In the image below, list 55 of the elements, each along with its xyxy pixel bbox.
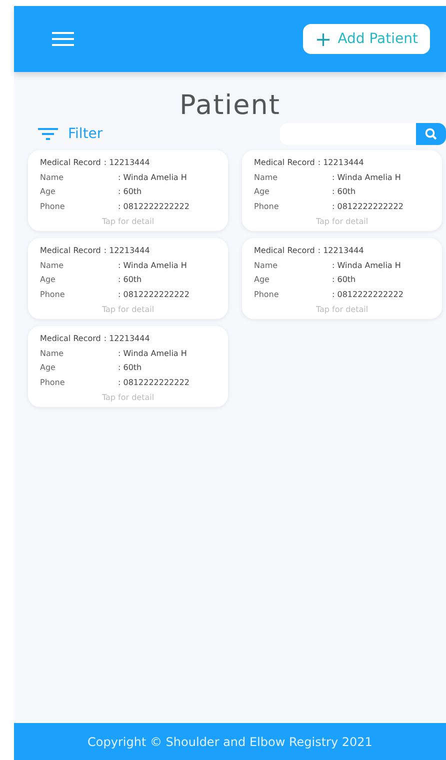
field-label: Medical Record: [40, 245, 101, 257]
copyright-text: Copyright © Shoulder and Elbow Registry 2021: [88, 734, 372, 748]
field-value: : 60th: [118, 186, 142, 198]
tap-hint: Tap for detail: [102, 393, 154, 402]
field-label: Medical Record: [40, 157, 101, 169]
tap-hint: Tap for detail: [102, 217, 154, 226]
tap-hint: Tap for detail: [316, 305, 368, 314]
field-value: : 12213444: [318, 157, 364, 169]
field-label: Medical Record: [40, 333, 101, 345]
field-label: Phone: [254, 200, 280, 212]
field-value: : Winda Amelia H: [118, 260, 187, 272]
field-label: Phone: [40, 288, 66, 300]
tap-hint: Tap for detail: [316, 217, 368, 226]
field-value: : Winda Amelia H: [118, 172, 187, 184]
patient-card[interactable]: Medical Record : 12213444 Name : Winda Amelia H Age : 60th Phone : 0812222222222 Tap for detail: [28, 150, 228, 231]
field-label: Age: [40, 274, 56, 286]
field-value: : 12213444: [104, 157, 150, 169]
field-value: : 12213444: [104, 333, 150, 345]
field-value: : 12213444: [104, 245, 150, 257]
patient-card[interactable]: Medical Record : 12213444 Name : Winda Amelia H Age : 60th Phone : 0812222222222 Tap for detail: [28, 326, 228, 407]
field-value: : Winda Amelia H: [118, 348, 187, 360]
field-label: Age: [254, 186, 270, 198]
field-value: : 0812222222222: [118, 376, 190, 388]
field-value: : 60th: [118, 274, 142, 286]
tap-hint: Tap for detail: [102, 305, 154, 314]
field-label: Phone: [254, 288, 280, 300]
patient-card[interactable]: Medical Record : 12213444 Name : Winda Amelia H Age : 60th Phone : 0812222222222 Tap for detail: [242, 150, 442, 231]
menu-icon[interactable]: [52, 32, 74, 46]
search-icon[interactable]: [416, 123, 446, 145]
field-label: Name: [40, 172, 65, 184]
field-value: : Winda Amelia H: [332, 260, 401, 272]
field-label: Age: [40, 186, 56, 198]
field-value: : 0812222222222: [118, 200, 190, 212]
field-label: Name: [254, 172, 279, 184]
field-label: Medical Record: [254, 245, 315, 257]
field-value: : 60th: [332, 186, 356, 198]
page-title: Patient: [178, 90, 282, 121]
field-label: Name: [40, 348, 65, 360]
field-value: : 60th: [118, 362, 142, 374]
field-label: Phone: [40, 200, 66, 212]
filter-icon: [38, 128, 58, 140]
field-label: Phone: [40, 376, 66, 388]
field-label: Age: [254, 274, 270, 286]
field-value: : 0812222222222: [332, 200, 404, 212]
field-label: Age: [40, 362, 56, 374]
field-value: : Winda Amelia H: [332, 172, 401, 184]
patient-card[interactable]: Medical Record : 12213444 Name : Winda Amelia H Age : 60th Phone : 0812222222222 Tap for detail: [28, 238, 228, 319]
field-value: : 60th: [332, 274, 356, 286]
field-label: Name: [40, 260, 65, 272]
field-label: Name: [254, 260, 279, 272]
field-label: Medical Record: [254, 157, 315, 169]
field-value: : 0812222222222: [118, 288, 190, 300]
field-value: : 12213444: [318, 245, 364, 257]
patient-card[interactable]: Medical Record : 12213444 Name : Winda Amelia H Age : 60th Phone : 0812222222222 Tap for detail: [242, 238, 442, 319]
field-value: : 0812222222222: [332, 288, 404, 300]
